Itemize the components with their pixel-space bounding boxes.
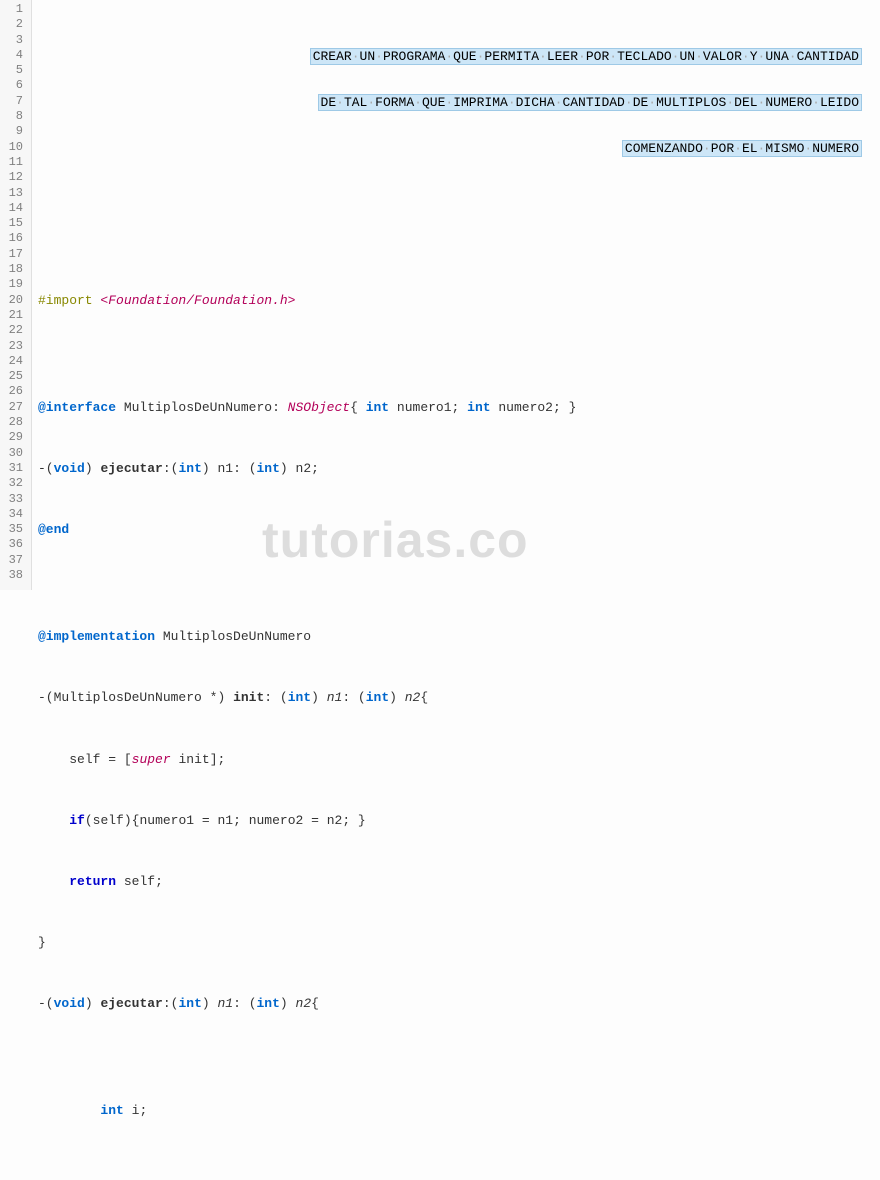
keyword: if (69, 813, 85, 828)
line-number: 9 (4, 124, 23, 139)
code-line[interactable]: return self; (38, 874, 880, 889)
code-line[interactable]: -(void) ejecutar:(int) n1: (int) n2; (38, 461, 880, 476)
line-number: 26 (4, 384, 23, 399)
type-kw: int (178, 996, 201, 1011)
class-name: MultiplosDeUnNumero (54, 690, 202, 705)
line-number: 29 (4, 430, 23, 445)
class-name: MultiplosDeUnNumero (163, 629, 311, 644)
line-number: 11 (4, 155, 23, 170)
param: n1 (327, 690, 343, 705)
code-area[interactable]: CREAR·UN·PROGRAMA·QUE·PERMITA·LEER·POR·T… (32, 0, 880, 590)
code-line[interactable]: @interface MultiplosDeUnNumero: NSObject… (38, 400, 880, 415)
code-line[interactable]: @end (38, 522, 880, 537)
objc-keyword: @interface (38, 400, 116, 415)
line-number: 36 (4, 537, 23, 552)
line-number: 21 (4, 308, 23, 323)
line-number: 22 (4, 323, 23, 338)
type-kw: int (467, 400, 490, 415)
code-line[interactable]: self = [super init]; (38, 752, 880, 767)
line-number: 3 (4, 33, 23, 48)
line-number: 13 (4, 186, 23, 201)
line-number: 31 (4, 461, 23, 476)
line-number: 16 (4, 231, 23, 246)
line-number: 7 (4, 94, 23, 109)
type-kw: int (100, 1103, 123, 1118)
code-line[interactable]: -(MultiplosDeUnNumero *) init: (int) n1:… (38, 690, 880, 705)
line-number: 38 (4, 568, 23, 583)
ivar: numero1 (139, 813, 194, 828)
type-kw: int (366, 400, 389, 415)
type-kw: int (257, 461, 280, 476)
line-number: 35 (4, 522, 23, 537)
line-number: 17 (4, 247, 23, 262)
line-number: 14 (4, 201, 23, 216)
comment-highlight: COMENZANDO·POR·EL·MISMO·NUMERO (622, 140, 862, 157)
line-number: 19 (4, 277, 23, 292)
code-line[interactable]: int i; (38, 1103, 880, 1118)
param: n1 (217, 461, 233, 476)
keyword: return (69, 874, 116, 889)
self-kw: self (69, 752, 100, 767)
self-kw: self (93, 813, 124, 828)
method: init (233, 690, 264, 705)
line-number: 5 (4, 63, 23, 78)
line-number: 8 (4, 109, 23, 124)
objc-keyword: @end (38, 522, 69, 537)
param: n1 (217, 813, 233, 828)
line-number: 15 (4, 216, 23, 231)
line-number: 12 (4, 170, 23, 185)
param: n2 (327, 813, 343, 828)
line-number: 20 (4, 293, 23, 308)
msg: init (178, 752, 209, 767)
ivar: numero2 (249, 813, 304, 828)
line-number: 24 (4, 354, 23, 369)
comment-highlight: CREAR·UN·PROGRAMA·QUE·PERMITA·LEER·POR·T… (310, 48, 862, 65)
code-line[interactable]: -(void) ejecutar:(int) n1: (int) n2{ (38, 996, 880, 1011)
type-kw: void (54, 996, 85, 1011)
type-kw: int (257, 996, 280, 1011)
param: n2 (296, 461, 312, 476)
ivar: numero1 (397, 400, 452, 415)
param: n2 (405, 690, 421, 705)
line-number: 6 (4, 78, 23, 93)
line-number: 18 (4, 262, 23, 277)
comment-highlight: DE·TAL·FORMA·QUE·IMPRIMA·DICHA·CANTIDAD·… (318, 94, 862, 111)
superclass: NSObject (288, 400, 350, 415)
line-number: 28 (4, 415, 23, 430)
code-line[interactable]: @implementation MultiplosDeUnNumero (38, 629, 880, 644)
class-name: MultiplosDeUnNumero (124, 400, 272, 415)
line-number: 37 (4, 553, 23, 568)
param: n2 (296, 996, 312, 1011)
code-line[interactable]: if(self){numero1 = n1; numero2 = n2; } (38, 813, 880, 828)
param: n1 (217, 996, 233, 1011)
line-number: 1 (4, 2, 23, 17)
method: ejecutar (100, 461, 162, 476)
header-path: <Foundation/Foundation.h> (100, 293, 295, 308)
self-kw: self (124, 874, 155, 889)
preprocessor: #import (38, 293, 93, 308)
objc-keyword: @implementation (38, 629, 155, 644)
method: ejecutar (100, 996, 162, 1011)
line-number: 27 (4, 400, 23, 415)
line-number: 30 (4, 446, 23, 461)
code-line[interactable]: } (38, 935, 880, 950)
var: i (132, 1103, 140, 1118)
ivar: numero2 (498, 400, 553, 415)
line-number: 23 (4, 339, 23, 354)
line-gutter: 1234567891011121314151617181920212223242… (0, 0, 32, 590)
type-kw: void (54, 461, 85, 476)
type-kw: int (366, 690, 389, 705)
super-kw: super (132, 752, 171, 767)
line-number: 4 (4, 48, 23, 63)
line-number: 25 (4, 369, 23, 384)
code-line[interactable]: #import <Foundation/Foundation.h> (38, 293, 880, 308)
line-number: 33 (4, 492, 23, 507)
type-kw: int (288, 690, 311, 705)
code-editor[interactable]: 1234567891011121314151617181920212223242… (0, 0, 880, 590)
line-number: 34 (4, 507, 23, 522)
line-number: 32 (4, 476, 23, 491)
type-kw: int (178, 461, 201, 476)
line-number: 10 (4, 140, 23, 155)
line-number: 2 (4, 17, 23, 32)
